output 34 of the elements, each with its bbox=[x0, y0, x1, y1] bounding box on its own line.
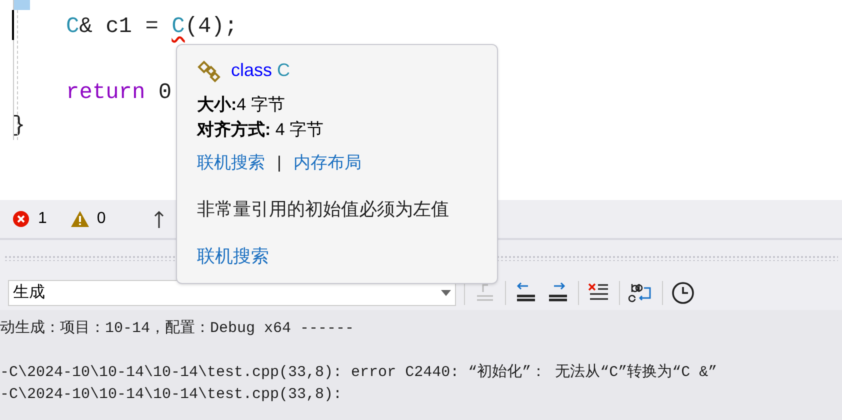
previous-message-icon[interactable] bbox=[514, 282, 538, 304]
error-count: 1 bbox=[38, 209, 47, 229]
up-arrow-icon bbox=[154, 210, 164, 228]
code-text: & c1 = bbox=[79, 13, 160, 41]
code-text: 0 bbox=[157, 79, 172, 107]
output-source-dropdown[interactable]: 生成 bbox=[8, 280, 456, 306]
text-cursor bbox=[12, 10, 14, 40]
info-label: 对齐方式: bbox=[197, 120, 271, 139]
word-wrap-icon[interactable] bbox=[628, 282, 654, 304]
class-keyword: class bbox=[231, 60, 272, 80]
warning-count: 0 bbox=[96, 209, 106, 229]
warning-icon bbox=[70, 211, 89, 227]
info-label: 大小: bbox=[197, 95, 237, 114]
error-icon bbox=[12, 210, 30, 228]
output-line: -C\2024-10\10-14\10-14\test.cpp(33,8): error C2440: “初始化”： 无法从“C”转换为“C &” bbox=[0, 364, 718, 381]
code-type: C bbox=[172, 13, 185, 41]
info-value: 4 字节 bbox=[274, 120, 324, 139]
info-value: 4 字节 bbox=[236, 95, 285, 114]
clock-icon[interactable] bbox=[671, 281, 695, 305]
error-message: 非常量引用的初始值必须为左值 bbox=[197, 198, 450, 220]
code-type: C bbox=[66, 13, 80, 41]
info-link[interactable]: 联机搜索 bbox=[197, 150, 265, 176]
info-link[interactable]: 内存布局 bbox=[293, 150, 362, 176]
selection-marker bbox=[14, 0, 30, 10]
class-name: C bbox=[277, 60, 290, 80]
output-line: 动生成：项目：10-14，配置：Debug x64 ------ bbox=[0, 320, 354, 337]
output-line: -C\2024-10\10-14\10-14\test.cpp(33,8): bbox=[0, 386, 342, 403]
link-separator: | bbox=[277, 152, 282, 174]
code-keyword: return bbox=[66, 79, 146, 107]
class-icon bbox=[197, 58, 223, 82]
next-message-icon[interactable] bbox=[546, 282, 570, 304]
code-text: (4); bbox=[184, 13, 238, 41]
closing-brace: } bbox=[12, 112, 26, 140]
caret-icon bbox=[441, 290, 451, 296]
